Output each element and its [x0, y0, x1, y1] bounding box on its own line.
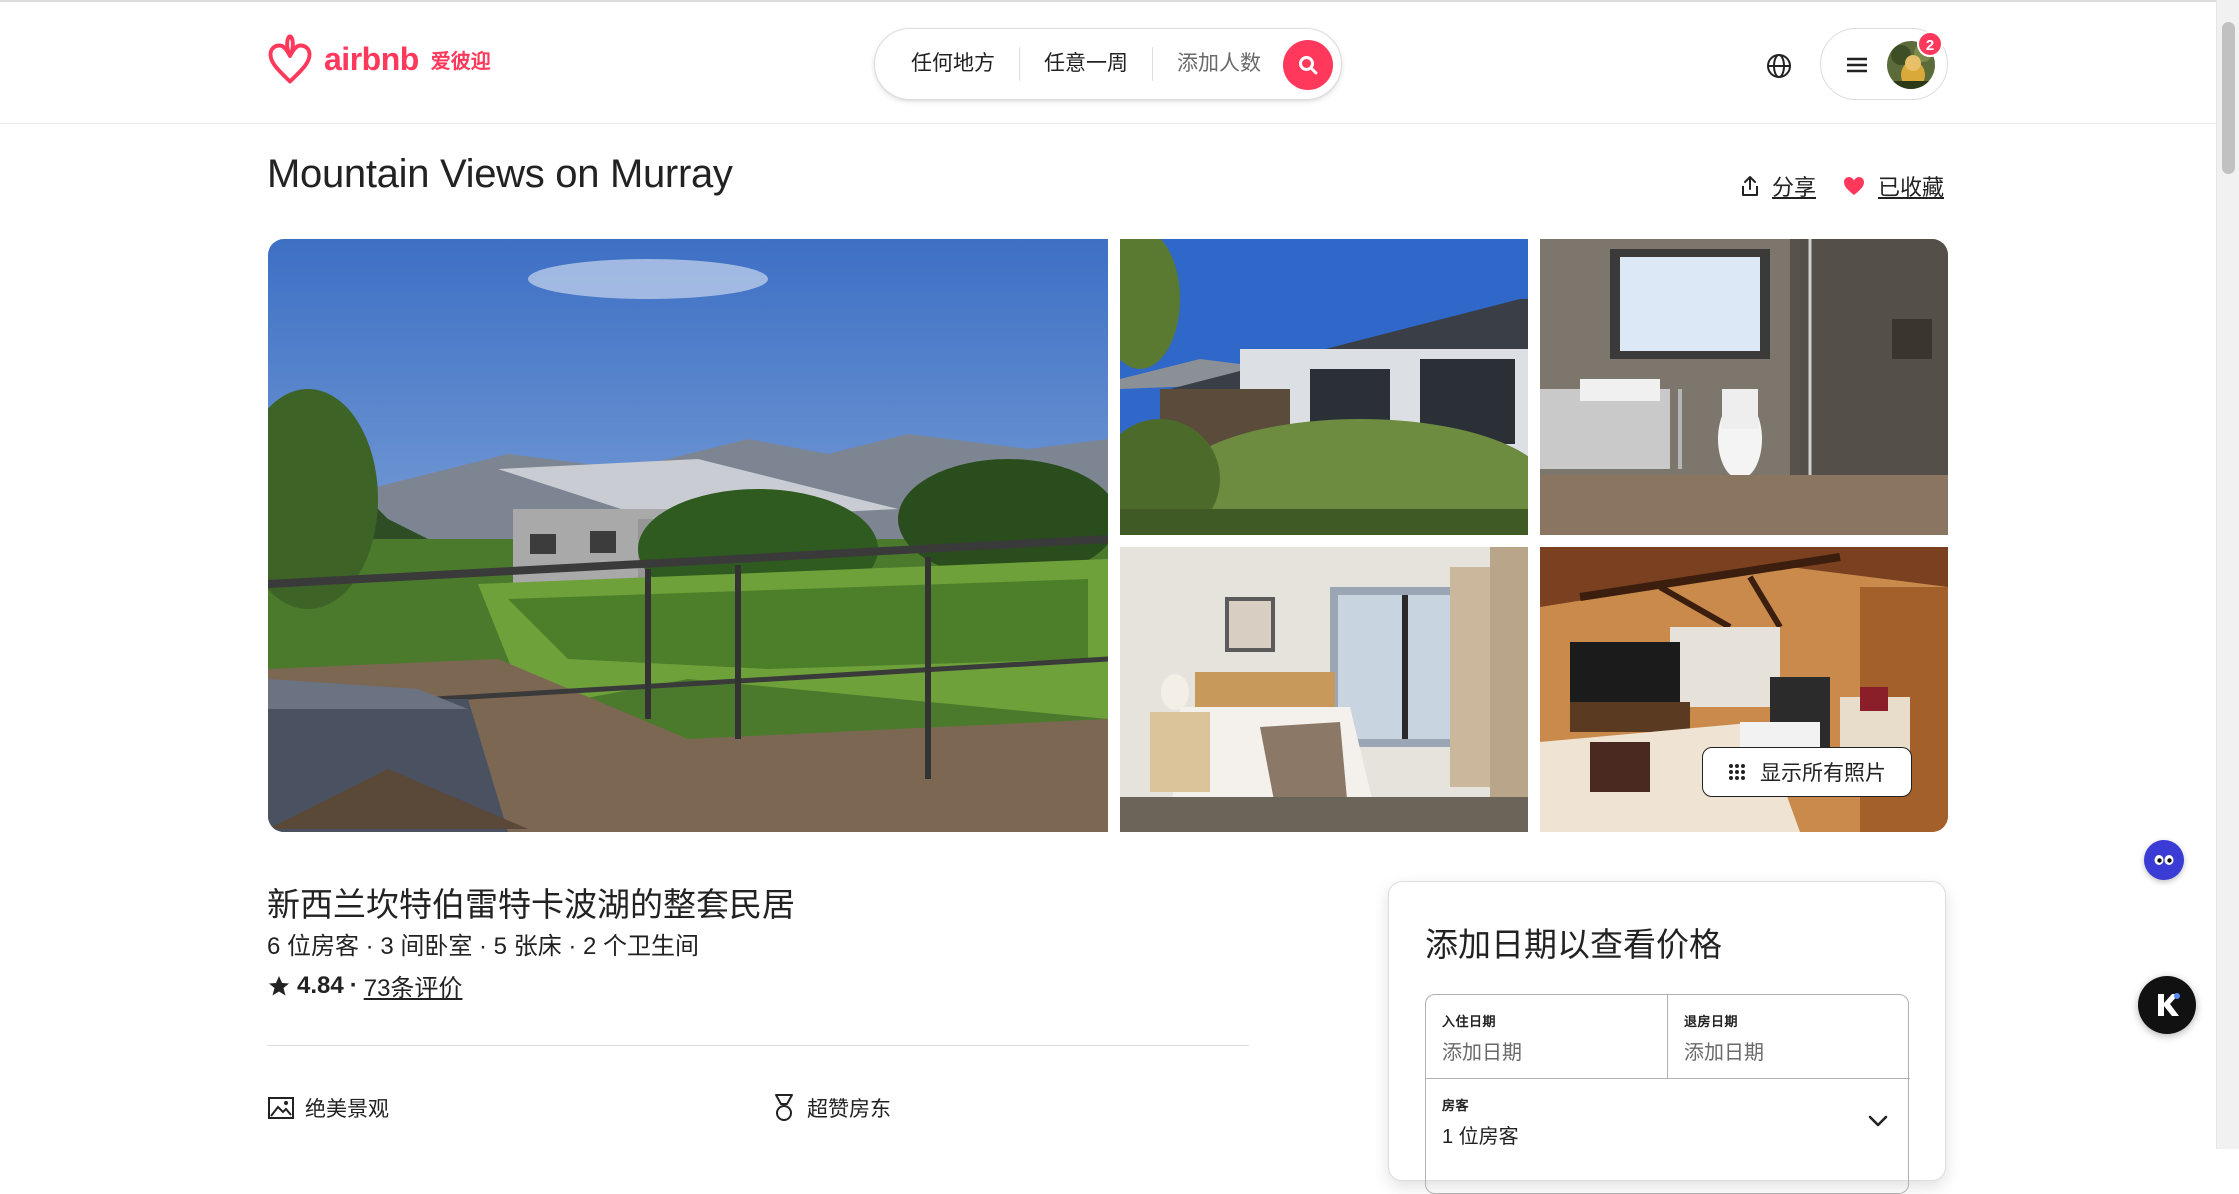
checkin-date-field[interactable]: 入住日期 添加日期 [1426, 995, 1668, 1079]
airbnb-logo-icon [268, 34, 312, 84]
listing-subtitle: 新西兰坎特伯雷特卡波湖的整套民居 [267, 886, 795, 923]
grid-icon [1729, 764, 1745, 780]
share-icon [1742, 176, 1758, 196]
guests-selector[interactable]: 房客 1 位房客 [1426, 1079, 1910, 1149]
save-button[interactable]: 已收藏 [1842, 170, 1944, 202]
logo-wordmark: airbnb [324, 40, 419, 77]
search-when[interactable]: 任意一周 [1020, 46, 1152, 82]
checkout-value: 添加日期 [1684, 1042, 1764, 1064]
listing-title: Mountain Views on Murray [267, 152, 733, 196]
listing-details: 6 位房客 · 3 间卧室 · 5 张床 · 2 个卫生间 [267, 933, 700, 960]
bathroom-image [1540, 239, 1948, 535]
globe-icon [1767, 54, 1791, 78]
bedroom-image [1120, 547, 1528, 832]
saved-label: 已收藏 [1878, 175, 1945, 200]
extension-k-button[interactable] [2138, 976, 2196, 1034]
mountain-view-icon [268, 1097, 294, 1119]
hamburger-menu-icon [1847, 57, 1867, 73]
rating-value: 4.84 [297, 971, 344, 999]
show-all-photos-label: 显示所有照片 [1760, 762, 1886, 785]
search-where[interactable]: 任何地方 [875, 46, 1019, 82]
balcony-mountain-view-image [268, 239, 1108, 832]
share-button[interactable]: 分享 [1740, 170, 1816, 202]
scrollbar-thumb[interactable] [2222, 22, 2235, 174]
notification-badge: 2 [1917, 31, 1943, 57]
rating-summary: 4.84 · 73条评价 [267, 968, 462, 1003]
search-icon [1299, 56, 1318, 75]
rating-separator: · [349, 971, 358, 999]
search-button[interactable] [1283, 40, 1333, 90]
title-actions: 分享 已收藏 [1740, 170, 1944, 202]
photo-bedroom[interactable] [1120, 547, 1528, 832]
search-who[interactable]: 添加人数 [1153, 46, 1285, 82]
page-scrollbar[interactable] [2216, 0, 2239, 1149]
airbnb-logo[interactable]: airbnb 爱彼迎 [266, 32, 491, 86]
heart-icon [1844, 177, 1865, 195]
eyes-icon [2154, 855, 2174, 865]
share-label: 分享 [1772, 175, 1817, 200]
booking-inputs: 入住日期 添加日期 退房日期 添加日期 房客 1 位房客 [1425, 994, 1910, 1194]
guests-value: 1 位房客 [1442, 1126, 1519, 1148]
medal-icon [775, 1094, 793, 1121]
booking-card: 添加日期以查看价格 入住日期 添加日期 退房日期 添加日期 房客 1 位房客 [1388, 881, 1946, 1194]
assistant-bubble-button[interactable] [2144, 840, 2184, 880]
highlight-label: 超赞房东 [807, 1098, 891, 1121]
checkin-label: 入住日期 [1442, 1014, 1497, 1029]
user-menu-button[interactable]: 2 [1820, 28, 1948, 100]
search-bar[interactable]: 任何地方 任意一周 添加人数 [874, 28, 1342, 100]
photo-house-exterior[interactable] [1120, 239, 1528, 535]
reviews-link[interactable]: 73条评价 [364, 968, 463, 1003]
show-all-photos-button[interactable]: 显示所有照片 [1702, 747, 1912, 797]
top-navigation-bar: airbnb 爱彼迎 任何地方 任意一周 添加人数 2 [0, 2, 2216, 124]
k-logo-icon [2158, 993, 2180, 1016]
guests-label: 房客 [1442, 1098, 1470, 1113]
house-exterior-image [1120, 239, 1528, 535]
checkout-date-field[interactable]: 退房日期 添加日期 [1668, 995, 1910, 1079]
highlight-superhost: 超赞房东 [771, 1093, 891, 1123]
booking-card-title: 添加日期以查看价格 [1425, 926, 1722, 963]
chevron-down-icon [1868, 1115, 1888, 1127]
section-divider [267, 1045, 1249, 1046]
checkout-label: 退房日期 [1684, 1014, 1739, 1029]
photo-bathroom[interactable] [1540, 239, 1948, 535]
logo-chinese-name: 爱彼迎 [430, 50, 491, 73]
highlight-great-views: 绝美景观 [267, 1093, 389, 1123]
star-icon [269, 975, 289, 995]
language-button[interactable] [1759, 46, 1799, 86]
highlight-label: 绝美景观 [305, 1098, 389, 1121]
checkin-value: 添加日期 [1442, 1042, 1522, 1064]
main-photo-balcony-view[interactable] [268, 239, 1108, 832]
